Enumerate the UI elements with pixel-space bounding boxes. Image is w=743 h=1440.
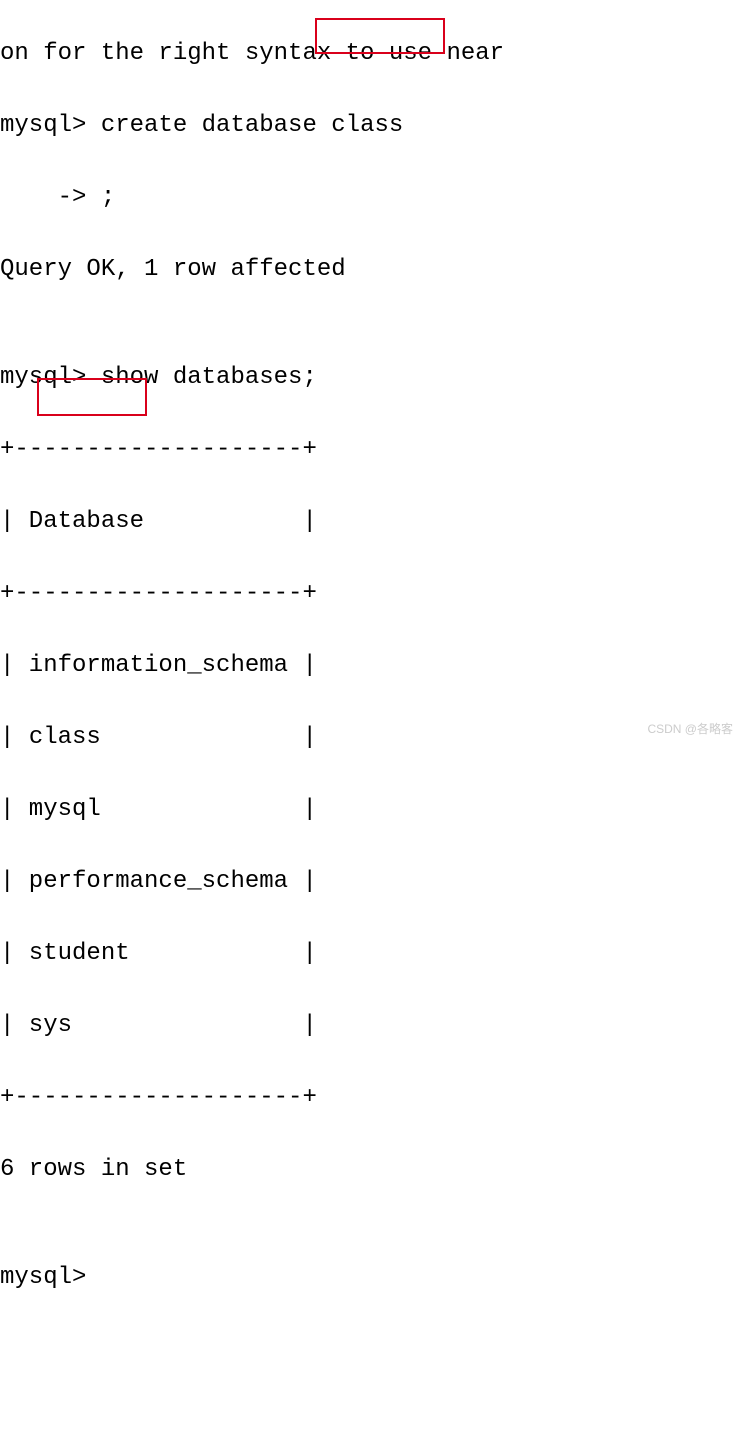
table-border-top: +--------------------+ — [0, 432, 743, 468]
table-row: | performance_schema | — [0, 864, 743, 900]
table-row: | class | — [0, 720, 743, 756]
row-prefix: | — [0, 724, 29, 751]
continuation-prompt: -> — [0, 184, 101, 211]
prompt: mysql> — [0, 364, 101, 391]
query-result-1: Query OK, 1 row affected — [0, 252, 743, 288]
command-text: show databases; — [101, 364, 317, 391]
table-border-mid: +--------------------+ — [0, 576, 743, 612]
watermark: CSDN @各略客 — [647, 720, 733, 738]
table-row: | student | — [0, 936, 743, 972]
highlighted-keyword: class — [331, 112, 403, 139]
continuation-line: -> ; — [0, 180, 743, 216]
table-row: | sys | — [0, 1008, 743, 1044]
partial-line: on for the right syntax to use near — [0, 36, 743, 72]
table-border-bottom: +--------------------+ — [0, 1080, 743, 1116]
prompt-line[interactable]: mysql> — [0, 1260, 743, 1296]
table-header: | Database | — [0, 504, 743, 540]
terminal-output: on for the right syntax to use near mysq… — [0, 0, 743, 1440]
terminator: ; — [101, 184, 115, 211]
table-row: | mysql | — [0, 792, 743, 828]
prompt: mysql> — [0, 1264, 101, 1291]
command-line-2: mysql> show databases; — [0, 360, 743, 396]
command-line-1: mysql> create database class — [0, 108, 743, 144]
prompt: mysql> — [0, 112, 101, 139]
command-text: create database — [101, 112, 331, 139]
table-row: | information_schema | — [0, 648, 743, 684]
query-result-2: 6 rows in set — [0, 1152, 743, 1188]
row-suffix: | — [101, 724, 317, 751]
highlighted-keyword: class — [29, 724, 101, 751]
